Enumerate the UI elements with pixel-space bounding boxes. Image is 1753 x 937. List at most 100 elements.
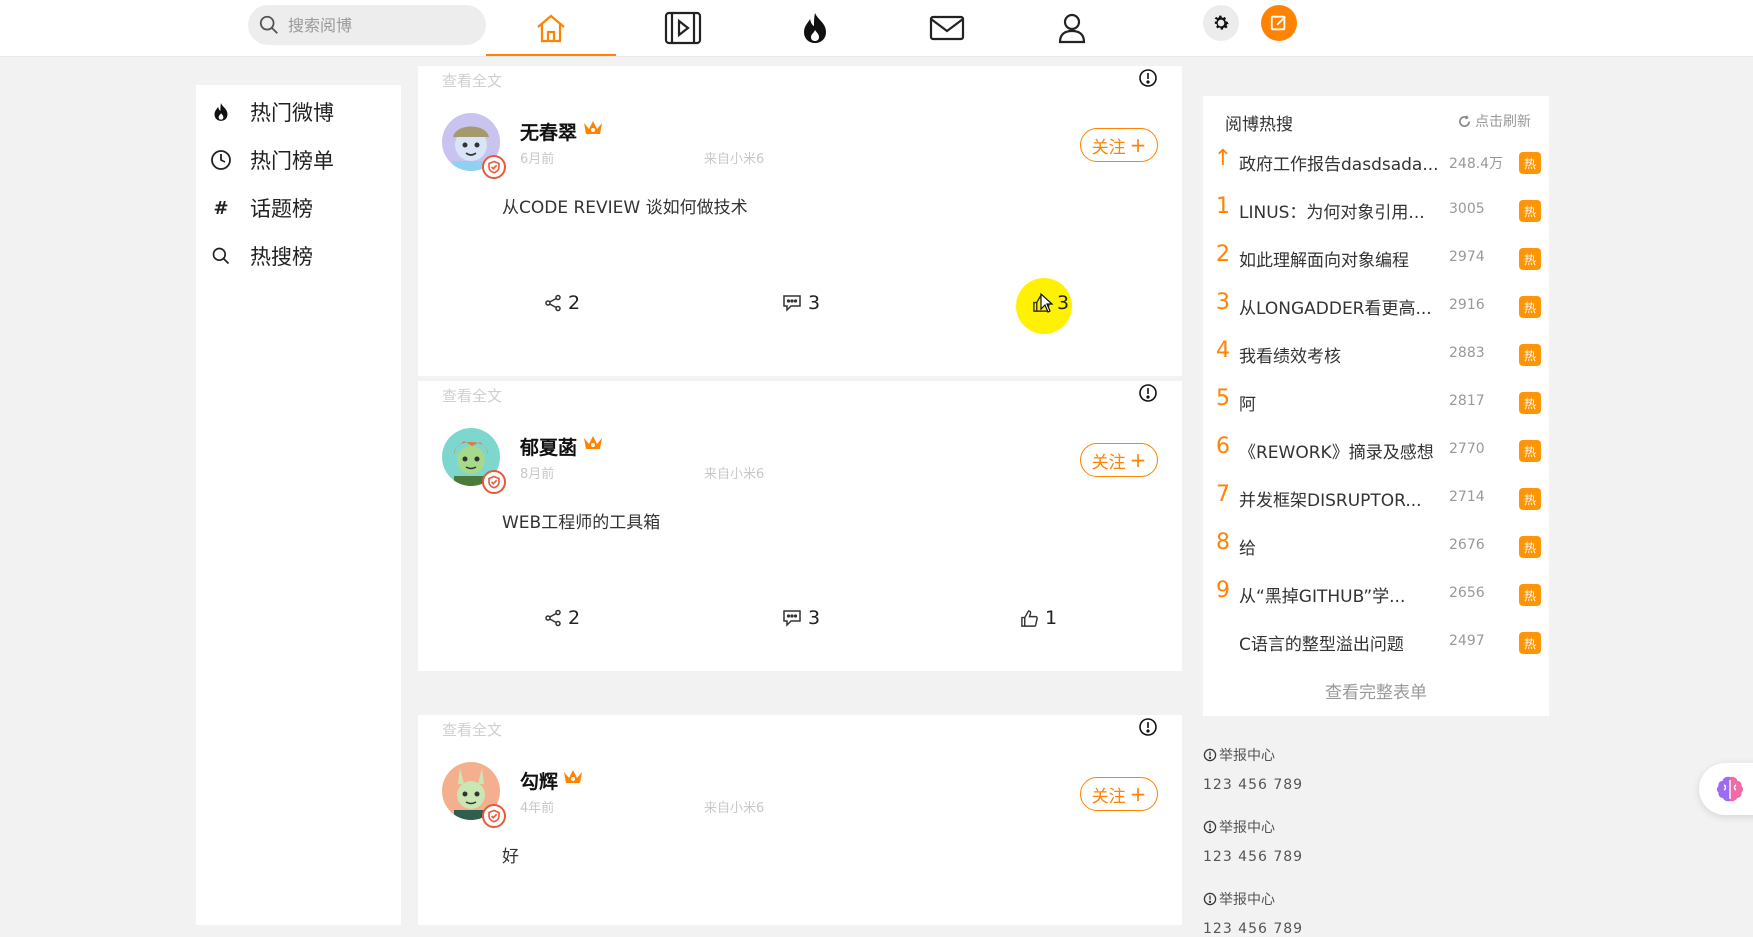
plus-icon: + [1129, 782, 1147, 806]
settings-button[interactable] [1203, 5, 1239, 41]
follow-button[interactable]: 关注 + [1080, 128, 1158, 162]
post-content[interactable]: 从CODE REVIEW 谈如何做技术 [502, 193, 748, 218]
comment-count: 3 [808, 607, 821, 629]
avatar[interactable] [442, 762, 506, 828]
hot-rank: 8 [1216, 530, 1230, 555]
sidebar-item-hot-weibo[interactable]: 热门微博 [196, 88, 401, 136]
comment-button[interactable]: 3 [782, 598, 820, 638]
fire-icon [804, 13, 826, 43]
share-icon [545, 294, 561, 312]
search-input[interactable] [286, 14, 470, 36]
post-content[interactable]: WEB工程师的工具箱 [502, 508, 660, 533]
hot-search-item[interactable]: 6 《REWORK》摘录及感想 2770 热 [1203, 430, 1549, 470]
like-button[interactable]: 1 [1020, 598, 1057, 638]
hot-search-item[interactable]: 4 我看绩效考核 2883 热 [1203, 334, 1549, 374]
share-button[interactable]: 2 [544, 598, 580, 638]
user-name[interactable]: 郁夏菡 [520, 433, 577, 460]
report-center-label: 举报中心 [1219, 892, 1275, 908]
hot-search-text: 从“黑掉GITHUB”学... [1239, 587, 1406, 607]
hot-search-item[interactable]: 5 阿 2817 热 [1203, 382, 1549, 422]
search-icon [259, 15, 278, 34]
hot-search-item[interactable]: C语言的整型溢出问题 2497 热 [1203, 622, 1549, 662]
post-time: 4年前 [520, 801, 555, 816]
post-source: 来自小米6 [704, 152, 765, 167]
hot-badge: 热 [1519, 344, 1541, 366]
hot-search-count: 2770 [1449, 441, 1485, 457]
hot-search-item[interactable]: 1 LINUS：为何对象引用... 3005 热 [1203, 190, 1549, 230]
see-full-link[interactable]: 查看全文 [442, 719, 502, 740]
hot-search-item[interactable]: 7 并发框架DISRUPTOR... 2714 热 [1203, 478, 1549, 518]
hot-search-count: 2916 [1449, 297, 1485, 313]
report-center-link[interactable]: 举报中心 [1203, 817, 1303, 837]
hot-search-count: 2974 [1449, 249, 1485, 265]
video-icon [664, 11, 702, 45]
view-full-list-link[interactable]: 查看完整表单 [1203, 678, 1549, 703]
hot-search-item[interactable]: 3 从LONGADDER看更高... 2916 热 [1203, 286, 1549, 326]
see-full-link[interactable]: 查看全文 [442, 385, 502, 406]
hot-search-text: C语言的整型溢出问题 [1239, 635, 1404, 655]
hot-rank: 3 [1216, 290, 1230, 315]
user-name[interactable]: 勾辉 [520, 767, 558, 794]
hot-search-panel: 阅博热搜 点击刷新 ↑ 政府工作报告dasdsada... 248.4万 热 1… [1203, 96, 1549, 716]
report-center-link[interactable]: 举报中心 [1203, 889, 1303, 909]
avatar[interactable] [442, 428, 506, 494]
hot-badge: 热 [1519, 584, 1541, 606]
compose-button[interactable] [1261, 5, 1297, 41]
hot-search-item[interactable]: ↑ 政府工作报告dasdsada... 248.4万 热 [1203, 142, 1549, 182]
post-content[interactable]: 好 [502, 842, 519, 867]
verified-badge-icon [482, 804, 506, 828]
tab-home[interactable] [486, 0, 616, 56]
hot-rank: 4 [1216, 338, 1230, 363]
sidebar-item-topics[interactable]: # 话题榜 [196, 184, 401, 232]
see-full-link[interactable]: 查看全文 [442, 70, 502, 91]
hot-search-item[interactable]: 2 如此理解面向对象编程 2974 热 [1203, 238, 1549, 278]
refresh-label: 点击刷新 [1475, 114, 1531, 130]
mail-icon [929, 15, 965, 41]
report-icon[interactable] [1138, 68, 1158, 92]
hot-search-item[interactable]: 9 从“黑掉GITHUB”学... 2656 热 [1203, 574, 1549, 614]
clock-icon [210, 149, 232, 171]
hot-search-text: 《REWORK》摘录及感想 [1239, 443, 1434, 463]
follow-label: 关注 [1091, 137, 1126, 158]
hot-search-text: 如此理解面向对象编程 [1239, 251, 1409, 271]
post-source: 来自小米6 [704, 801, 765, 816]
report-center-link[interactable]: 举报中心 [1203, 745, 1303, 765]
sidebar-item-hot-list[interactable]: 热门榜单 [196, 136, 401, 184]
avatar[interactable] [442, 113, 506, 179]
plus-icon: + [1129, 133, 1147, 157]
report-phone-number: 123 456 789 [1203, 849, 1304, 865]
hot-search-count: 2497 [1449, 633, 1485, 649]
user-name[interactable]: 无春翠 [520, 118, 577, 145]
tab-profile[interactable] [1007, 0, 1137, 56]
share-button[interactable]: 2 [544, 283, 580, 323]
follow-button[interactable]: 关注 + [1080, 443, 1158, 477]
assistant-button[interactable] [1699, 763, 1753, 815]
comment-button[interactable]: 3 [782, 283, 820, 323]
plus-icon: + [1129, 448, 1147, 472]
post-actions: 2 3 3 [418, 278, 1182, 334]
follow-button[interactable]: 关注 + [1080, 777, 1158, 811]
comment-count: 3 [808, 292, 821, 314]
tab-video[interactable] [618, 0, 748, 56]
gear-icon [1214, 15, 1229, 30]
brain-icon [1717, 776, 1743, 802]
hot-search-text: LINUS：为何对象引用... [1239, 203, 1425, 223]
hot-search-text: 政府工作报告dasdsada... [1239, 155, 1439, 175]
refresh-button[interactable]: 点击刷新 [1458, 111, 1531, 131]
follow-label: 关注 [1091, 452, 1126, 473]
report-icon[interactable] [1138, 383, 1158, 407]
tab-hot[interactable] [750, 0, 880, 56]
sidebar-item-hot-search[interactable]: 热搜榜 [196, 232, 401, 280]
tab-messages[interactable] [882, 0, 1012, 56]
search-box[interactable] [248, 5, 486, 45]
sidebar-item-label: 话题榜 [250, 197, 313, 221]
hot-search-count: 3005 [1449, 201, 1485, 217]
comment-icon [783, 610, 801, 627]
hot-search-item[interactable]: 8 给 2676 热 [1203, 526, 1549, 566]
report-icon[interactable] [1138, 717, 1158, 741]
hot-badge: 热 [1519, 392, 1541, 414]
left-sidebar: 热门微博 热门榜单 # 话题榜 热搜榜 [196, 85, 401, 925]
post-source: 来自小米6 [704, 467, 765, 482]
hot-search-text: 从LONGADDER看更高... [1239, 299, 1432, 319]
alert-circle-icon [1203, 892, 1217, 906]
